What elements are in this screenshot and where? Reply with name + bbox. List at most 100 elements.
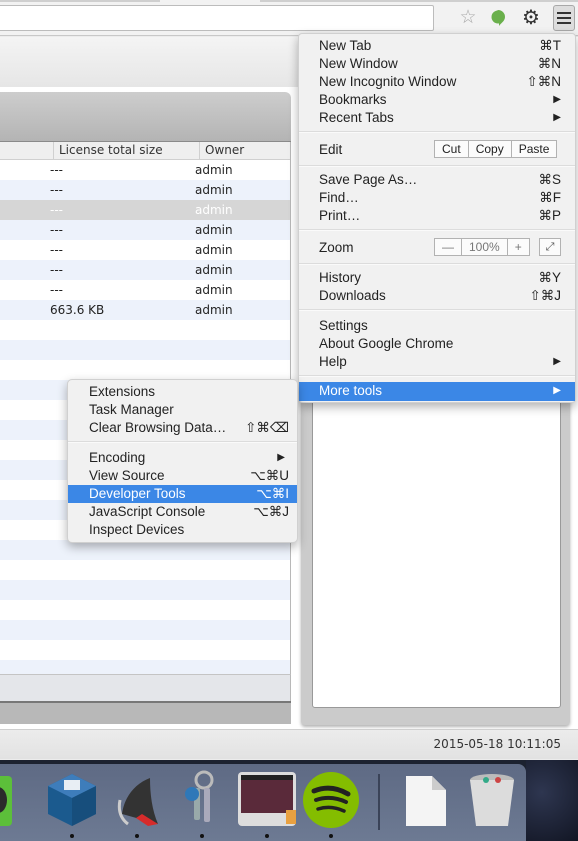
menu-item-view-source[interactable]: View Source ⌥⌘U [68, 467, 297, 485]
cut-button[interactable]: Cut [435, 141, 469, 157]
table-row[interactable] [0, 600, 290, 620]
table-row[interactable]: --- admin [0, 260, 290, 280]
panel-header [0, 92, 291, 142]
shortcut: ⇧⌘N [526, 74, 561, 89]
menu-item-history[interactable]: History ⌘Y [299, 269, 575, 287]
table-row[interactable]: --- admin [0, 280, 290, 300]
shortcut: ⌥⌘U [250, 468, 289, 483]
menu-item-find[interactable]: Find… ⌘F [299, 189, 575, 207]
zoom-level: 100% [462, 239, 508, 255]
menu-item-task-manager[interactable]: Task Manager [68, 401, 297, 419]
table-row[interactable]: 663.6 KB admin [0, 300, 290, 320]
dock-running-indicator [265, 834, 269, 838]
menu-item-downloads[interactable]: Downloads ⇧⌘J [299, 287, 575, 305]
desktop-wallpaper [526, 760, 578, 841]
shortcut: ⌘N [537, 56, 561, 71]
license-size-cell: 663.6 KB [50, 303, 105, 317]
menu-item-about-chrome[interactable]: About Google Chrome [299, 335, 575, 353]
extension-green-icon[interactable] [490, 9, 506, 27]
crossover-icon[interactable] [106, 770, 166, 830]
column-header[interactable] [0, 142, 54, 160]
shortcut: ⌘F [539, 190, 561, 205]
menu-label: JavaScript Console [89, 504, 206, 519]
owner-cell: admin [195, 223, 233, 237]
submenu-arrow-icon: ▶ [553, 94, 561, 105]
table-row[interactable]: --- admin [0, 240, 290, 260]
owner-cell: admin [195, 183, 233, 197]
evernote-icon[interactable] [0, 770, 38, 830]
menu-separator [299, 309, 575, 311]
owner-cell: admin [195, 203, 233, 217]
menu-item-settings[interactable]: Settings [299, 317, 575, 335]
menu-separator [299, 229, 575, 231]
shortcut: ⌥⌘J [253, 504, 289, 519]
menu-separator [299, 131, 575, 133]
table-row[interactable] [0, 640, 290, 660]
menu-item-encoding[interactable]: Encoding ▶ [68, 449, 297, 467]
menu-item-developer-tools[interactable]: Developer Tools ⌥⌘I [68, 485, 297, 503]
table-footer [0, 674, 291, 701]
menu-item-save-page-as[interactable]: Save Page As… ⌘S [299, 171, 575, 189]
table-row[interactable]: --- admin [0, 200, 290, 220]
address-bar[interactable] [0, 5, 434, 31]
table-row[interactable] [0, 340, 290, 360]
column-header-owner[interactable]: Owner [199, 142, 290, 160]
menu-item-recent-tabs[interactable]: Recent Tabs ▶ [299, 109, 575, 127]
table-row[interactable] [0, 660, 290, 674]
fullscreen-icon[interactable]: ⤢ [539, 238, 561, 256]
menu-item-new-tab[interactable]: New Tab ⌘T [299, 37, 575, 55]
menu-label: More tools [319, 383, 383, 398]
vm-screen-icon[interactable] [236, 770, 296, 830]
more-tools-submenu: Extensions Task Manager Clear Browsing D… [67, 379, 298, 543]
side-panel-content [312, 395, 561, 708]
zoom-in-button[interactable]: + [508, 239, 529, 255]
table-row[interactable]: --- admin [0, 220, 290, 240]
table-row[interactable] [0, 580, 290, 600]
menu-label: Recent Tabs [319, 110, 394, 125]
menu-item-print[interactable]: Print… ⌘P [299, 207, 575, 225]
menu-item-inspect-devices[interactable]: Inspect Devices [68, 521, 297, 539]
menu-label: Find… [319, 190, 359, 205]
tab-strip [260, 0, 578, 2]
shortcut: ⇧⌘J [529, 288, 561, 303]
menu-item-help[interactable]: Help ▶ [299, 353, 575, 371]
menu-item-bookmarks[interactable]: Bookmarks ▶ [299, 91, 575, 109]
menu-label: Developer Tools [89, 486, 186, 501]
copy-button[interactable]: Copy [469, 141, 512, 157]
table-row[interactable] [0, 620, 290, 640]
menu-label: Clear Browsing Data… [89, 420, 227, 435]
menu-label: Bookmarks [319, 92, 387, 107]
tab-strip [0, 0, 160, 2]
zoom-out-button[interactable]: — [435, 239, 462, 255]
table-row[interactable] [0, 360, 290, 380]
chrome-menu-button[interactable] [553, 5, 575, 31]
menu-separator [299, 165, 575, 167]
table-row[interactable]: --- admin [0, 160, 290, 180]
paste-button[interactable]: Paste [512, 141, 557, 157]
spotify-icon[interactable] [300, 770, 360, 830]
table-row[interactable] [0, 540, 290, 560]
menu-item-more-tools[interactable]: More tools ▶ [299, 382, 575, 401]
menu-item-clear-browsing-data[interactable]: Clear Browsing Data… ⇧⌘⌫ [68, 419, 297, 437]
menu-label: Inspect Devices [89, 522, 185, 537]
menu-item-extensions[interactable]: Extensions [68, 383, 297, 401]
menu-item-new-incognito-window[interactable]: New Incognito Window ⇧⌘N [299, 73, 575, 91]
menu-label: View Source [89, 468, 165, 483]
gear-icon[interactable]: ⚙ [520, 6, 542, 30]
menu-item-new-window[interactable]: New Window ⌘N [299, 55, 575, 73]
owner-cell: admin [195, 163, 233, 177]
column-header-license-size[interactable]: License total size [53, 142, 200, 160]
table-row[interactable] [0, 320, 290, 340]
chrome-menu: New Tab ⌘T New Window ⌘N New Incognito Win… [298, 33, 576, 403]
zoom-controls: — 100% + [434, 238, 530, 256]
table-row[interactable]: --- admin [0, 180, 290, 200]
documents-folder-icon[interactable] [396, 770, 456, 830]
table-row[interactable] [0, 560, 290, 580]
trash-icon[interactable] [462, 770, 522, 830]
virtualbox-icon[interactable] [42, 770, 102, 830]
bookmark-star-icon[interactable]: ☆ [457, 7, 479, 29]
menu-label: Encoding [89, 450, 146, 465]
dock-running-indicator [200, 834, 204, 838]
keychain-access-icon[interactable] [170, 770, 230, 830]
menu-item-javascript-console[interactable]: JavaScript Console ⌥⌘J [68, 503, 297, 521]
